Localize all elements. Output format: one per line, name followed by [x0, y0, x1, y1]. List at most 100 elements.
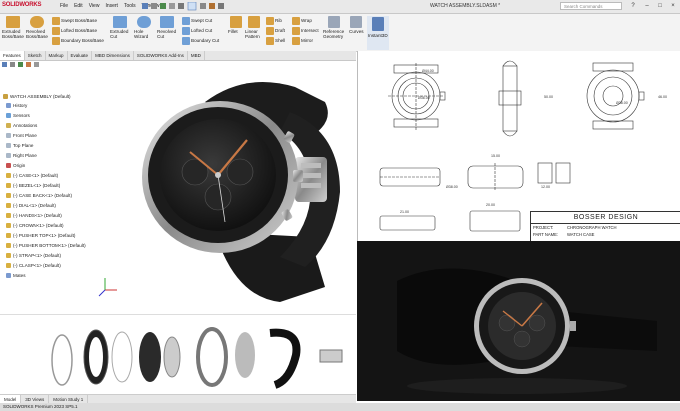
partname-label: PART NAME: [533, 232, 559, 237]
boundary-cut-button[interactable]: Boundary Cut [182, 37, 219, 45]
annotation-icon [6, 123, 11, 129]
tree-item-case-back[interactable]: (-) CASE BACK<1> (Default) [6, 193, 72, 199]
extruded-cut-button[interactable]: Extruded Cut [110, 16, 130, 39]
part-icon [6, 183, 11, 189]
dim-lug-width: 20.00 [486, 203, 495, 207]
tree-item-pusher-top[interactable]: (-) PUSHER TOP<1> (Default) [6, 233, 75, 239]
watch-3d-model [98, 82, 340, 302]
tab-mbd-dimensions[interactable]: MBD Dimensions [92, 51, 134, 60]
lofted-cut-icon [182, 27, 190, 35]
search-input[interactable]: Search Commands [560, 2, 622, 10]
tree-item-case[interactable]: (-) CASE<1> (Default) [6, 173, 58, 179]
tree-item-right-plane[interactable]: Right Plane [6, 153, 37, 159]
close-icon[interactable]: × [668, 1, 678, 11]
instant3d-icon [372, 17, 384, 31]
boundary-boss-button[interactable]: Boundary Boss/Base [52, 37, 104, 45]
graphics-area[interactable] [95, 62, 355, 314]
menu-tools[interactable]: Tools [124, 3, 136, 9]
part-icon [6, 253, 11, 259]
tab-markup[interactable]: Markup [46, 51, 68, 60]
rib-button[interactable]: Rib [266, 17, 282, 25]
sensor-icon [6, 113, 11, 119]
extrude-icon [6, 16, 20, 28]
app-logo: SOLIDWORKS [2, 2, 42, 8]
tree-item-bezel[interactable]: (-) BEZEL<1> (Default) [6, 183, 60, 189]
part-icon [6, 213, 11, 219]
command-manager-ribbon: Extruded Boss/Base Revolved Boss/Base Sw… [0, 14, 680, 52]
tab-solidworks-addins[interactable]: SOLIDWORKS Add-Ins [134, 51, 188, 60]
revolved-boss-button[interactable]: Revolved Boss/Base [26, 16, 48, 39]
menu-file[interactable]: File [60, 3, 68, 9]
minimize-icon[interactable]: – [642, 1, 652, 11]
linear-pattern-button[interactable]: Linear Pattern [245, 16, 263, 39]
tree-item-hands[interactable]: (-) HANDS<1> (Default) [6, 213, 62, 219]
dim-bezel-diameter: Ø38.00 [446, 185, 458, 189]
tree-item-history[interactable]: History [6, 103, 27, 109]
fillet-button[interactable]: Fillet [228, 16, 243, 34]
tree-item-crown[interactable]: (-) CROWN<1> (Default) [6, 223, 64, 229]
maximize-icon[interactable]: □ [655, 1, 665, 11]
drawing-sheet[interactable]: Ø44.00 Ø36.00 50.00 Ø38.00 21.00 15.00 1… [357, 51, 680, 285]
hole-wizard-button[interactable]: Hole Wizard [134, 16, 154, 39]
quick-access-toolbar[interactable] [142, 2, 232, 11]
tree-item-strap[interactable]: (-) STRAP<1> (Default) [6, 253, 61, 259]
curves-button[interactable]: Curves [349, 16, 364, 34]
shell-button[interactable]: Shell [266, 37, 285, 45]
part-icon [6, 263, 11, 269]
dim-lug-length: 50.00 [544, 95, 553, 99]
wrap-icon [292, 17, 300, 25]
revolve-icon [30, 16, 44, 28]
dim-crown: 12.00 [541, 185, 550, 189]
tree-item-front-plane[interactable]: Front Plane [6, 133, 37, 139]
extruded-boss-button[interactable]: Extruded Boss/Base [2, 16, 24, 39]
tree-item-mates[interactable]: Mates [6, 273, 26, 279]
tab-mbd[interactable]: MBD [188, 51, 205, 60]
tree-item-annotations[interactable]: Annotations [6, 123, 37, 129]
swept-boss-button[interactable]: Swept Boss/Base [52, 17, 97, 25]
tree-item-pusher-bottom[interactable]: (-) PUSHER BOTTOM<1> (Default) [6, 243, 86, 249]
dim-thickness: 15.00 [491, 154, 500, 158]
extruded-cut-icon [113, 16, 127, 28]
loft-icon [52, 27, 60, 35]
dim-back-diameter: Ø38.00 [616, 101, 628, 105]
tree-item-sensors[interactable]: Sensors [6, 113, 30, 119]
tab-features[interactable]: Features [0, 51, 25, 60]
tree-item-top-plane[interactable]: Top Plane [6, 143, 33, 149]
swept-cut-button[interactable]: Swept Cut [182, 17, 212, 25]
tree-toolbar[interactable] [2, 61, 62, 68]
sweep-icon [52, 17, 60, 25]
exploded-components [51, 327, 343, 389]
boundary-icon [52, 37, 60, 45]
project-label: PROJECT: [533, 225, 554, 230]
tree-item-origin[interactable]: Origin [6, 163, 25, 169]
help-icon[interactable]: ? [628, 1, 638, 11]
boundary-cut-icon [182, 37, 190, 45]
menu-edit[interactable]: Edit [74, 3, 83, 9]
wrap-button[interactable]: Wrap [292, 17, 312, 25]
tree-item-dial[interactable]: (-) DIAL<1> (Default) [6, 203, 56, 209]
mates-icon [6, 273, 11, 279]
tree-root[interactable]: WATCH ASSEMBLY (Default) [3, 94, 71, 100]
fillet-icon [230, 16, 242, 28]
plane-icon [6, 153, 11, 159]
revolved-cut-button[interactable]: Revolved Cut [157, 16, 177, 39]
lofted-boss-button[interactable]: Lofted Boss/Base [52, 27, 97, 35]
reference-geometry-button[interactable]: Reference Geometry [323, 16, 347, 39]
dim-case-diameter: Ø44.00 [422, 69, 434, 73]
status-bar: SOLIDWORKS Premium 2023 SP5.1 [0, 403, 680, 411]
draft-button[interactable]: Draft [266, 27, 285, 35]
document-title: WATCH ASSEMBLY.SLDASM * [430, 3, 501, 9]
mirror-button[interactable]: Mirror [292, 37, 313, 45]
dim-strap-width: 21.00 [400, 210, 409, 214]
reference-geometry-icon [328, 16, 340, 28]
tab-sketch[interactable]: Sketch [25, 51, 46, 60]
intersect-button[interactable]: Intersect [292, 27, 319, 35]
instant3d-button[interactable]: Instant3D [367, 16, 389, 50]
exploded-view [0, 314, 356, 395]
tab-evaluate[interactable]: Evaluate [68, 51, 93, 60]
hole-wizard-icon [137, 16, 151, 28]
menu-insert[interactable]: Insert [105, 3, 118, 9]
menu-view[interactable]: View [89, 3, 100, 9]
lofted-cut-button[interactable]: Lofted Cut [182, 27, 212, 35]
tree-item-clasp[interactable]: (-) CLASP<1> (Default) [6, 263, 61, 269]
